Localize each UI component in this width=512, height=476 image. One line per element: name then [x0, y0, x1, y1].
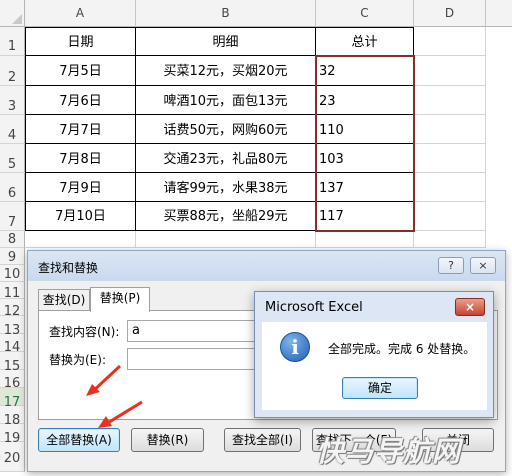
- cell[interactable]: [414, 115, 486, 144]
- row-header-15[interactable]: 15: [0, 352, 25, 374]
- cell[interactable]: [136, 231, 316, 248]
- column-header-a[interactable]: A: [25, 0, 136, 27]
- cell-date[interactable]: 7月9日: [25, 173, 136, 202]
- cell[interactable]: [414, 202, 486, 231]
- info-icon: i: [280, 332, 310, 362]
- cell-date[interactable]: 7月6日: [25, 86, 136, 115]
- find-label: 查找内容(N):: [49, 325, 120, 339]
- message-body: i 全部完成。完成 6 处替换。 确定: [262, 322, 487, 410]
- replace-all-button[interactable]: 全部替换(A): [38, 428, 120, 452]
- cell-detail[interactable]: 请客99元，水果38元: [136, 173, 316, 202]
- cell-total[interactable]: 117: [316, 202, 414, 231]
- cell-detail[interactable]: 交通23元，礼品80元: [136, 144, 316, 173]
- tab-replace[interactable]: 替换(P): [90, 287, 150, 312]
- row-header-17[interactable]: 17: [0, 388, 25, 410]
- message-title: Microsoft Excel: [265, 300, 363, 315]
- help-icon[interactable]: ?: [438, 257, 464, 274]
- row-header-3[interactable]: 3: [0, 86, 25, 115]
- dialog-title: 查找和替换: [38, 261, 99, 275]
- replace-button[interactable]: 替换(R): [131, 428, 204, 452]
- cell-detail[interactable]: 买票88元，坐船29元: [136, 202, 316, 231]
- row-header-19[interactable]: 19: [0, 424, 25, 446]
- row-header-18[interactable]: 18: [0, 406, 25, 428]
- column-header-b[interactable]: B: [136, 0, 316, 27]
- cell[interactable]: [414, 231, 486, 248]
- cell[interactable]: [25, 231, 136, 248]
- row-header-12[interactable]: 12: [0, 299, 25, 319]
- watermark-logo: 快马导航网: [316, 435, 462, 468]
- header-cell-total[interactable]: 总计: [316, 27, 414, 56]
- row-header-1[interactable]: 1: [0, 27, 25, 56]
- find-all-button[interactable]: 查找全部(I): [224, 428, 301, 452]
- row-header-14[interactable]: 14: [0, 334, 25, 355]
- cell-total[interactable]: 103: [316, 144, 414, 173]
- row-header-6[interactable]: 6: [0, 173, 25, 202]
- cell-detail[interactable]: 啤酒10元，面包13元: [136, 86, 316, 115]
- row-header-7[interactable]: 7: [0, 202, 25, 231]
- row-header-13[interactable]: 13: [0, 316, 25, 338]
- cell[interactable]: [414, 27, 486, 56]
- select-all-corner[interactable]: [0, 0, 25, 27]
- cell-total[interactable]: 137: [316, 173, 414, 202]
- message-text: 全部完成。完成 6 处替换。: [328, 342, 476, 356]
- excel-message-box: Microsoft Excel × i 全部完成。完成 6 处替换。 确定: [254, 291, 494, 418]
- row-header-20[interactable]: 20: [0, 442, 25, 472]
- header-cell-detail[interactable]: 明细: [136, 27, 316, 56]
- cell-total[interactable]: 32: [316, 56, 414, 86]
- column-header-e[interactable]: [486, 0, 512, 27]
- cell[interactable]: [414, 56, 486, 86]
- row-header-11[interactable]: 11: [0, 282, 25, 301]
- cell-date[interactable]: 7月7日: [25, 115, 136, 144]
- cell-detail[interactable]: 买菜12元，买烟20元: [136, 56, 316, 86]
- cell-date[interactable]: 7月10日: [25, 202, 136, 231]
- cell[interactable]: [316, 231, 414, 248]
- row-header-9[interactable]: 9: [0, 248, 25, 265]
- cell-total[interactable]: 23: [316, 86, 414, 115]
- header-cell-date[interactable]: 日期: [25, 27, 136, 56]
- column-header-d[interactable]: D: [414, 0, 486, 27]
- cell[interactable]: [414, 144, 486, 173]
- replace-label: 替换为(E):: [49, 353, 106, 367]
- dialog-title-bar[interactable]: 查找和替换 ? ×: [28, 251, 505, 281]
- cell[interactable]: [414, 86, 486, 115]
- cell-detail[interactable]: 话费50元，网购60元: [136, 115, 316, 144]
- cell-date[interactable]: 7月8日: [25, 144, 136, 173]
- ok-button[interactable]: 确定: [342, 377, 418, 399]
- row-header-2[interactable]: 2: [0, 56, 25, 86]
- message-close-icon[interactable]: ×: [455, 298, 485, 316]
- row-header-10[interactable]: 10: [0, 265, 25, 282]
- tab-find[interactable]: 查找(D): [38, 289, 90, 311]
- row-header-8[interactable]: 8: [0, 231, 25, 248]
- close-icon[interactable]: ×: [470, 257, 496, 274]
- row-header-5[interactable]: 5: [0, 144, 25, 173]
- column-header-c[interactable]: C: [316, 0, 414, 27]
- row-header-4[interactable]: 4: [0, 115, 25, 144]
- cell-date[interactable]: 7月5日: [25, 56, 136, 86]
- row-header-16[interactable]: 16: [0, 370, 25, 391]
- cell-total[interactable]: 110: [316, 115, 414, 144]
- cell[interactable]: [414, 173, 486, 202]
